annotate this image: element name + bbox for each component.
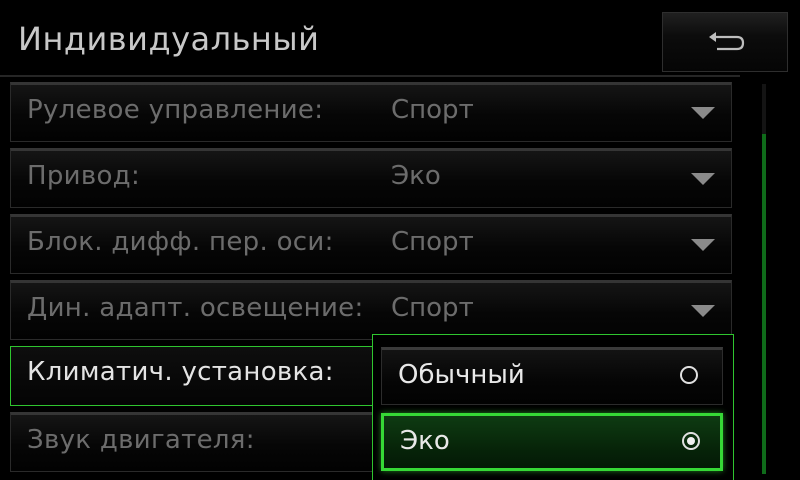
setting-row-steering[interactable]: Рулевое управление: Спорт	[10, 82, 732, 142]
setting-value: Спорт	[391, 293, 474, 323]
return-arrow-icon	[709, 32, 745, 51]
dropdown-arrow-icon	[691, 173, 715, 185]
setting-label: Привод:	[27, 161, 141, 191]
back-button[interactable]	[662, 12, 788, 72]
scrollbar-thumb[interactable]	[762, 134, 766, 474]
header-divider	[0, 75, 740, 77]
option-label: Обычный	[398, 360, 525, 390]
individual-settings-screen: Индивидуальный Рулевое управление: Спорт…	[0, 0, 800, 480]
setting-row-drive[interactable]: Привод: Эко	[10, 148, 732, 208]
dropdown-arrow-icon	[691, 239, 715, 251]
dropdown-arrow-icon	[691, 107, 715, 119]
setting-label: Звук двигателя:	[27, 425, 255, 455]
dropdown-option-eco[interactable]: Эко	[381, 413, 723, 471]
dropdown-arrow-icon	[691, 305, 715, 317]
setting-label: Рулевое управление:	[27, 95, 324, 125]
setting-row-front-diff-lock[interactable]: Блок. дифф. пер. оси: Спорт	[10, 214, 732, 274]
radio-unselected-icon	[680, 366, 698, 384]
climate-dropdown: Обычный Эко	[372, 334, 734, 480]
setting-label: Дин. адапт. освещение:	[27, 293, 364, 323]
setting-value: Спорт	[391, 95, 474, 125]
setting-label: Блок. дифф. пер. оси:	[27, 227, 334, 257]
setting-label: Климатич. установка:	[27, 357, 334, 387]
setting-row-adaptive-lighting[interactable]: Дин. адапт. освещение: Спорт	[10, 280, 732, 340]
page-title: Индивидуальный	[18, 20, 320, 58]
setting-value: Спорт	[391, 227, 474, 257]
dropdown-option-normal[interactable]: Обычный	[381, 347, 723, 405]
option-label: Эко	[400, 426, 450, 456]
setting-value: Эко	[391, 161, 441, 191]
radio-selected-icon	[682, 432, 700, 450]
